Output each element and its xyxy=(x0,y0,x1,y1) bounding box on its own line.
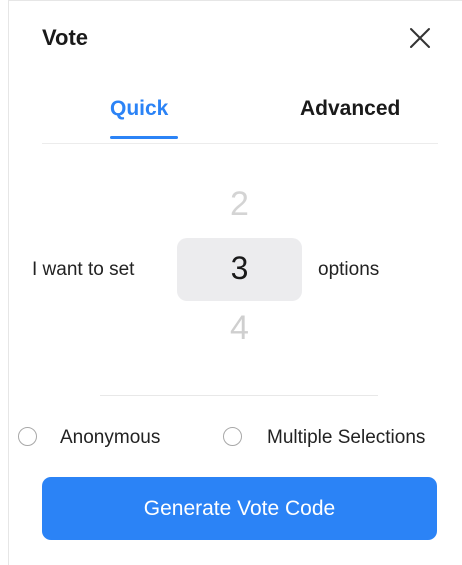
close-icon[interactable] xyxy=(404,22,436,54)
generate-vote-code-button[interactable]: Generate Vote Code xyxy=(42,477,437,540)
anonymous-label: Anonymous xyxy=(60,427,161,448)
picker-suffix-label: options xyxy=(318,259,380,280)
tab-bar: Quick Advanced xyxy=(42,86,438,144)
option-count-picker-row: I want to set 2 3 4 options xyxy=(0,180,462,360)
picker-previous-value[interactable]: 2 xyxy=(177,184,302,224)
options-divider xyxy=(100,395,378,396)
vote-panel: Vote Quick Advanced I want to set 2 3 4 … xyxy=(0,0,462,565)
tabs-divider xyxy=(42,143,438,144)
anonymous-radio[interactable] xyxy=(18,427,37,446)
multiple-selections-radio[interactable] xyxy=(223,427,242,446)
picker-prefix-label: I want to set xyxy=(32,259,135,280)
picker-next-value[interactable]: 4 xyxy=(177,308,302,348)
panel-top-border xyxy=(8,0,462,1)
tab-advanced[interactable]: Advanced xyxy=(300,94,400,124)
tab-quick[interactable]: Quick xyxy=(110,94,168,124)
panel-title: Vote xyxy=(42,25,89,50)
active-tab-indicator xyxy=(110,136,178,139)
picker-current-value[interactable]: 3 xyxy=(177,248,302,288)
multiple-selections-label: Multiple Selections xyxy=(267,427,426,448)
